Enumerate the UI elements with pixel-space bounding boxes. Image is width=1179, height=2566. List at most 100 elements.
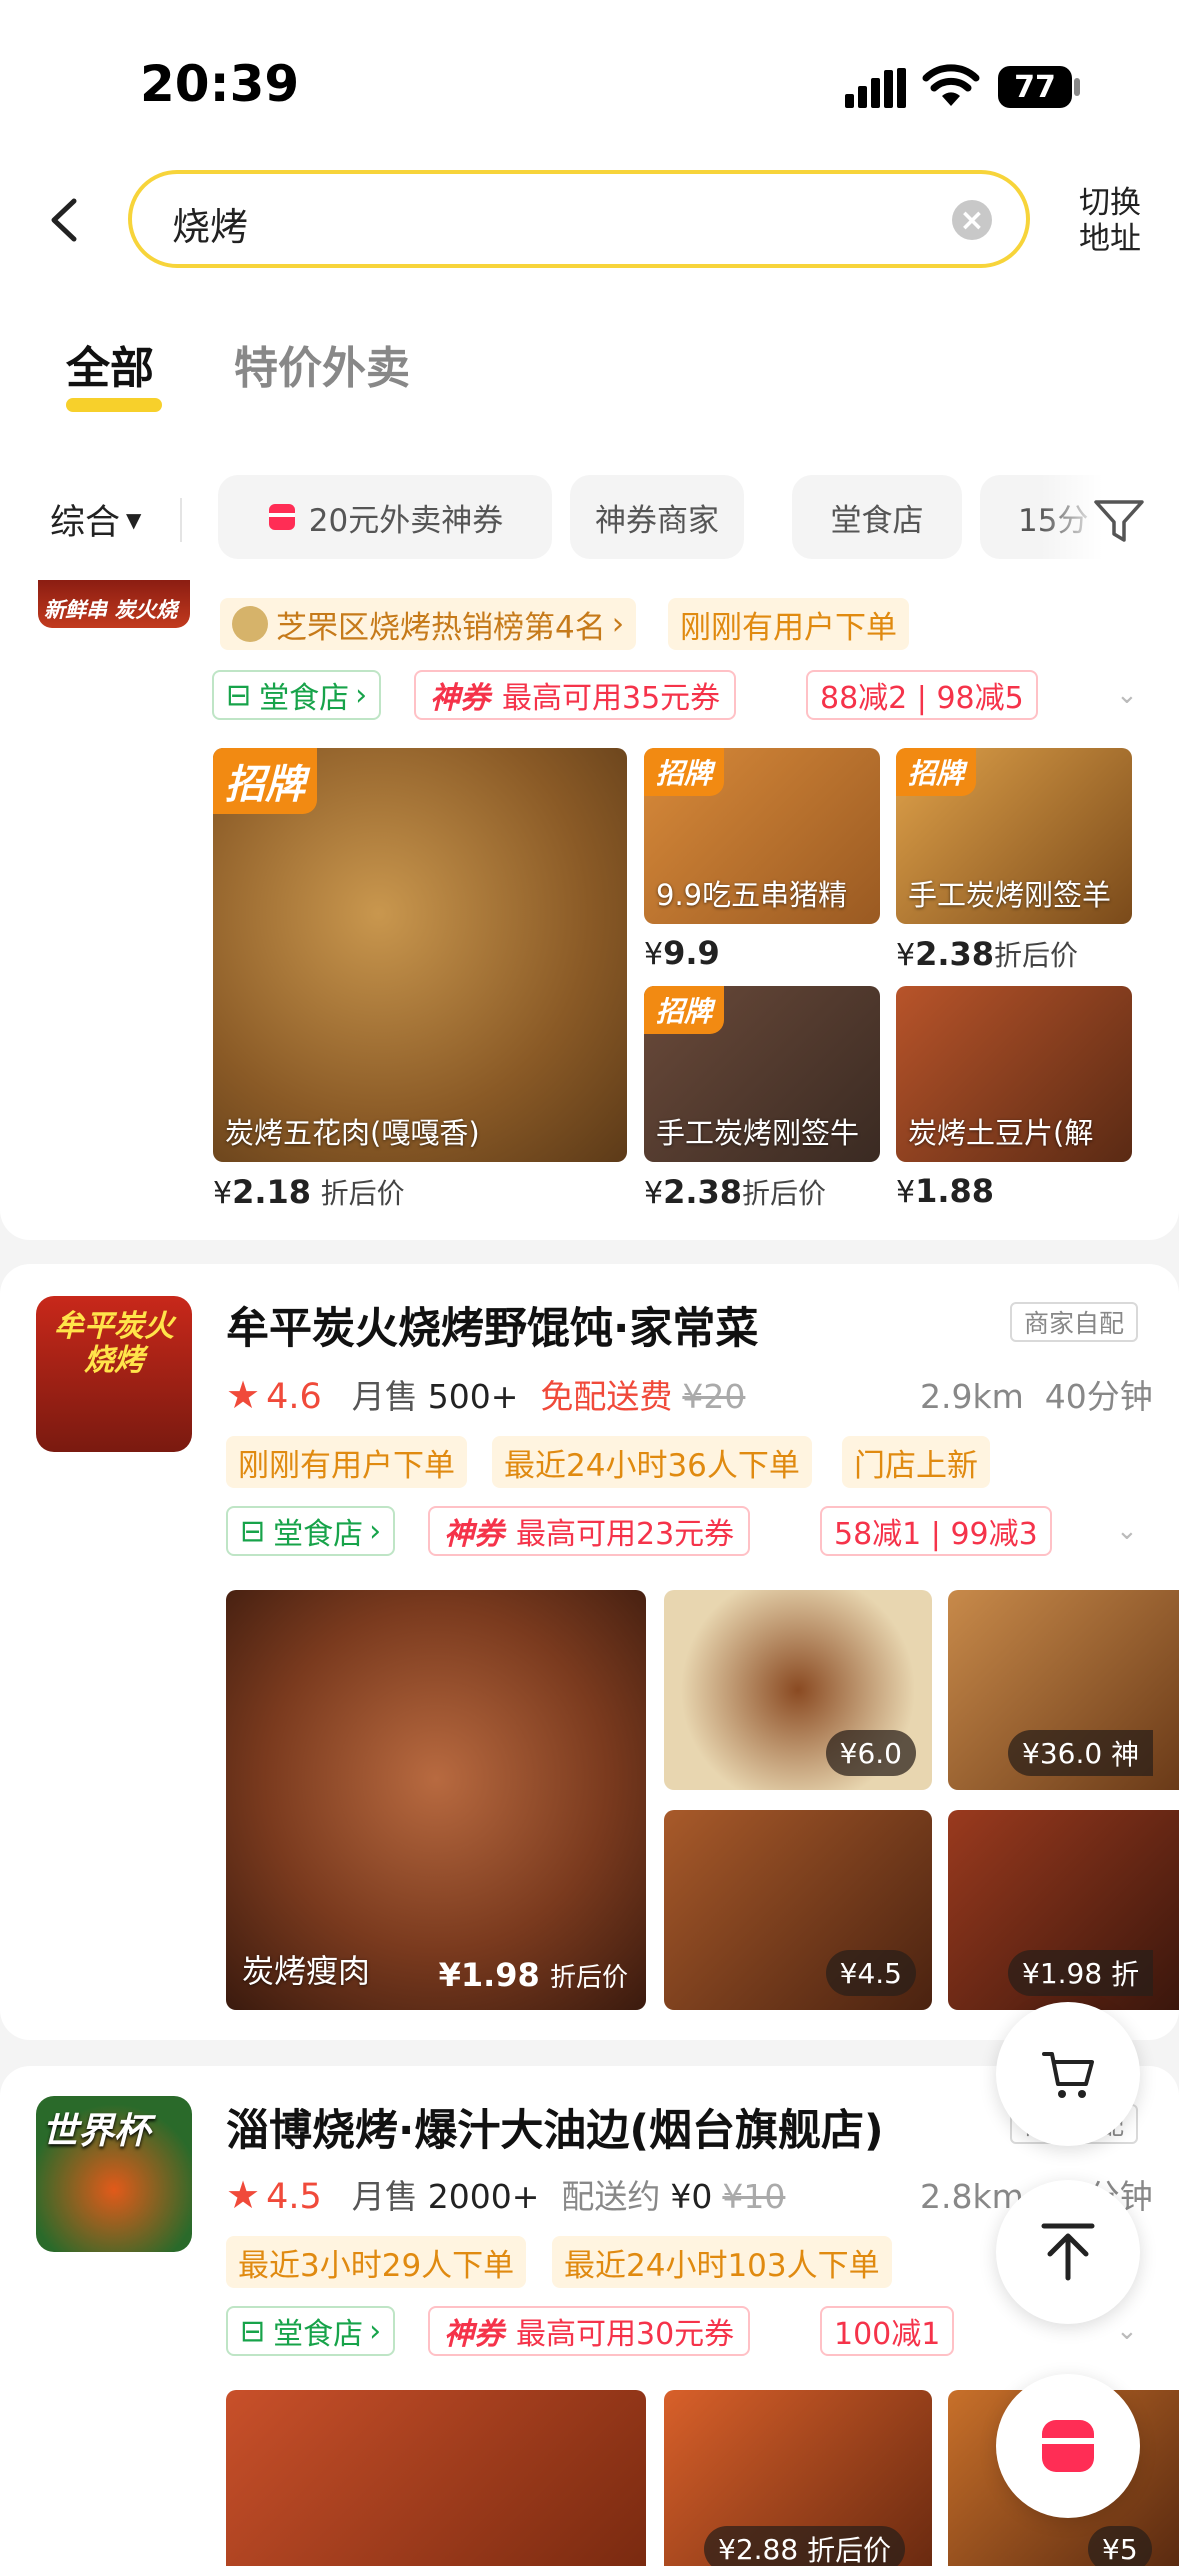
shipping-label: 免配送费 xyxy=(540,1377,673,1416)
dish-image[interactable]: 招牌 炭烤五花肉(嘎嘎香) xyxy=(213,748,627,1162)
dish-image[interactable]: 炭烤瘦肉 ¥1.98 折后价 xyxy=(226,1590,646,2010)
tag-recent-order: 刚刚有用户下单 xyxy=(226,1436,467,1488)
dish-image[interactable]: 招牌 手工炭烤刚签牛 xyxy=(644,986,880,1162)
signature-badge: 招牌 xyxy=(644,986,725,1034)
dish-name: 手工炭烤刚签牛 xyxy=(656,1116,860,1150)
dish-price: ¥2.18 折后价 xyxy=(213,1173,405,1211)
logo-text: 牟平炭火烧烤 xyxy=(54,1309,174,1378)
dish-price-pill: ¥5 xyxy=(1088,2526,1152,2566)
sold-count: 2000+ xyxy=(427,2177,540,2216)
switch-address-button[interactable]: 切换地址 xyxy=(1070,185,1150,257)
shop-name[interactable]: 淄博烧烤·爆汁大油边(烟台旗舰店) xyxy=(226,2096,884,2158)
dish-price-pill: ¥6.0 xyxy=(825,1730,916,1776)
signature-badge: 招牌 xyxy=(644,748,725,796)
coupon-badge: 神券 xyxy=(444,2317,504,2352)
coupon-tag[interactable]: 神券 最高可用23元券 xyxy=(428,1506,751,1556)
back-arrow-icon[interactable] xyxy=(40,195,90,245)
wifi-icon xyxy=(922,64,980,106)
tab-special-offer[interactable]: 特价外卖 xyxy=(234,332,410,396)
dine-in-tag[interactable]: ⊟ 堂食店 › xyxy=(212,670,382,720)
chevron-right-icon: › xyxy=(611,606,625,642)
status-bar: 20:39 77 xyxy=(0,0,1179,160)
dine-in-tag[interactable]: ⊟ 堂食店 › xyxy=(226,1506,396,1556)
dine-in-label: 堂食店 xyxy=(259,681,350,716)
star-icon: ★ xyxy=(226,1373,261,1417)
search-query: 烧烤 xyxy=(172,205,249,249)
dine-in-label: 堂食店 xyxy=(273,2317,364,2352)
shop-name[interactable]: 牟平炭火烧烤野馄饨·家常菜 xyxy=(226,1294,758,1356)
dish-name: 9.9吃五串猪精 xyxy=(656,878,848,912)
rank-tag-label: 芝罘区烧烤热销榜第4名 xyxy=(276,609,606,646)
battery-indicator: 77 xyxy=(998,66,1072,108)
chevron-right-icon: › xyxy=(369,1513,382,1549)
dish-price-pill: ¥2.88 折后价 xyxy=(704,2526,906,2566)
search-input[interactable]: 烧烤 × xyxy=(128,170,1030,268)
back-to-top-button[interactable] xyxy=(996,2180,1140,2324)
dish-image[interactable]: 招牌 手工炭烤刚签羊 xyxy=(896,748,1132,924)
dish-image[interactable]: ¥36.0 神 xyxy=(948,1590,1179,1790)
rating: 4.5 xyxy=(266,2177,322,2217)
dine-in-label: 堂食店 xyxy=(273,1517,364,1552)
dish-price-pill: ¥1.98 折 xyxy=(1008,1950,1154,1996)
cart-button[interactable] xyxy=(996,2002,1140,2146)
dish-image[interactable] xyxy=(226,2390,646,2566)
expand-chevron-icon[interactable]: ⌄ xyxy=(1116,2316,1138,2346)
tag-recent-order: 刚刚有用户下单 xyxy=(668,598,909,650)
filter-funnel-icon[interactable] xyxy=(1092,496,1146,546)
shop-meta: ★ 4.6 月售 500+ 免配送费 ¥20 xyxy=(226,1370,745,1418)
chip-label: 20元外卖神券 xyxy=(308,502,504,539)
sort-dropdown[interactable]: 综合 ▼ xyxy=(50,494,141,545)
coupon-badge: 神券 xyxy=(430,681,490,716)
chip-super-coupon[interactable]: 20元外卖神券 xyxy=(218,475,552,559)
dish-image[interactable]: 招牌 9.9吃五串猪精 xyxy=(644,748,880,924)
delivery-time: 40分钟 xyxy=(1044,1377,1153,1416)
coupon-badge: 神券 xyxy=(444,1517,504,1552)
dish-price: ¥9.9 xyxy=(644,934,720,972)
red-packet-icon xyxy=(268,504,295,530)
expand-chevron-icon[interactable]: ⌄ xyxy=(1116,680,1138,710)
logo-text: 新鲜串 炭火烧 xyxy=(44,598,178,622)
status-time: 20:39 xyxy=(140,55,300,113)
tab-all[interactable]: 全部 xyxy=(66,332,154,396)
shop-card-2[interactable]: 牟平炭火烧烤 牟平炭火烧烤野馄饨·家常菜 商家自配 ★ 4.6 月售 500+ … xyxy=(0,1264,1179,2040)
expand-chevron-icon[interactable]: ⌄ xyxy=(1116,1516,1138,1546)
discount-tag: 88减2 | 98减5 xyxy=(806,670,1038,720)
dish-image[interactable]: 炭烤土豆片(解 xyxy=(896,986,1132,1162)
dish-price: ¥1.98 折后价 xyxy=(438,1956,628,1994)
delivery-type-badge: 商家自配 xyxy=(1010,1302,1139,1342)
dish-image[interactable]: ¥1.98 折 xyxy=(948,1810,1179,2010)
shop-meta: ★ 4.5 月售 2000+ 配送约 ¥0 ¥10 xyxy=(226,2170,785,2218)
chip-coupon-merchant[interactable]: 神券商家 xyxy=(570,475,744,559)
dish-image[interactable]: ¥6.0 xyxy=(664,1590,932,1790)
clear-icon[interactable]: × xyxy=(952,200,992,240)
chevron-right-icon: › xyxy=(369,2313,382,2349)
battery-tip xyxy=(1074,78,1080,96)
dish-image[interactable]: ¥4.5 xyxy=(664,1810,932,2010)
coupon-tag[interactable]: 神券 最高可用30元券 xyxy=(428,2306,751,2356)
shipping-label: 配送约 xyxy=(561,2177,661,2216)
red-packet-icon xyxy=(1042,2420,1094,2472)
dish-image[interactable]: ¥2.88 折后价 xyxy=(664,2390,932,2566)
red-packet-button[interactable] xyxy=(996,2374,1140,2518)
original-fee: ¥10 xyxy=(722,2177,786,2216)
distance-time: 2.9km 40分钟 xyxy=(920,1370,1153,1418)
dish-price: ¥2.38折后价 xyxy=(896,935,1079,973)
tag-24h-orders: 最近24小时36人下单 xyxy=(492,1436,812,1488)
distance: 2.9km xyxy=(920,1377,1024,1416)
shop-card-1[interactable]: 新鲜串 炭火烧 芝罘区烧烤热销榜第4名 › 刚刚有用户下单 ⊟ 堂食店 › 神券 最高… xyxy=(0,580,1179,1240)
dine-in-icon: ⊟ xyxy=(226,677,252,713)
logo-text: 世界杯 xyxy=(42,2111,151,2152)
original-fee: ¥20 xyxy=(682,1377,746,1416)
dish-price: ¥2.38折后价 xyxy=(644,1173,827,1211)
shop-logo: 牟平炭火烧烤 xyxy=(36,1296,192,1452)
shop-card-3[interactable]: 世界杯 淄博烧烤·爆汁大油边(烟台旗舰店) 商家自配 ★ 4.5 月售 2000… xyxy=(0,2066,1179,2566)
chip-dine-in[interactable]: 堂食店 xyxy=(792,475,962,559)
rank-tag[interactable]: 芝罘区烧烤热销榜第4名 › xyxy=(220,598,637,650)
active-tab-underline xyxy=(66,398,162,412)
divider xyxy=(180,498,182,542)
coupon-tag[interactable]: 神券 最高可用35元券 xyxy=(414,670,737,720)
sold-label: 月售 xyxy=(351,1377,418,1416)
rating: 4.6 xyxy=(266,1377,322,1417)
shop-logo: 世界杯 xyxy=(36,2096,192,2252)
dine-in-tag[interactable]: ⊟ 堂食店 › xyxy=(226,2306,396,2356)
